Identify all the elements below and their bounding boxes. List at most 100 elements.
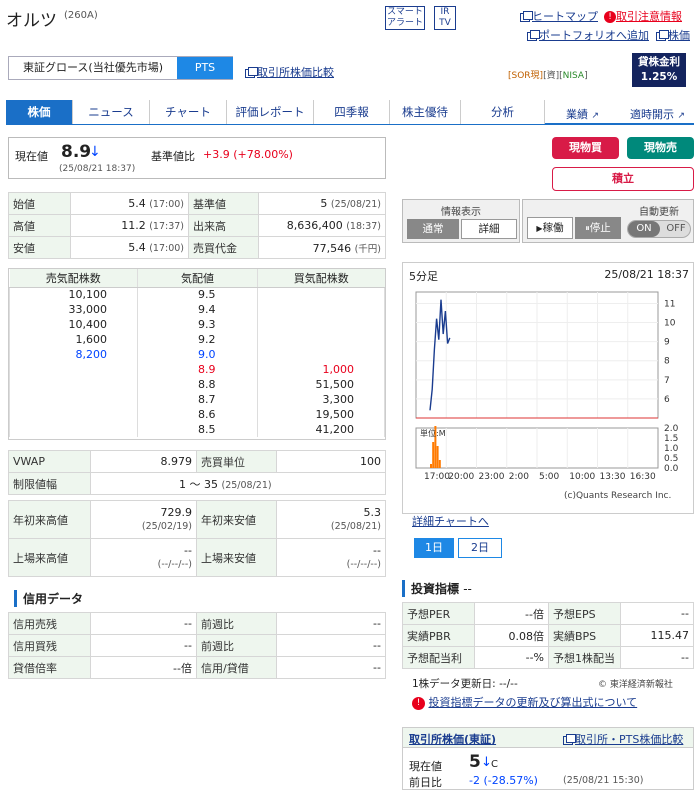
stop-button[interactable]: ⏸停止 [575,217,621,239]
margin-label: 前週比 [196,612,277,635]
sell-qty[interactable]: 33,000 [9,302,138,317]
auto-update-panel: ▶稼働 ⏸停止 自動更新 ON OFF [522,199,694,243]
indicator-label: 予想1株配当 [548,646,621,669]
buy-qty[interactable] [257,287,385,302]
sell-qty[interactable] [9,377,138,392]
margin-row: 貸借倍率 --倍 信用/貸借 -- [8,656,386,679]
tsumitate-button[interactable]: 積立 [552,167,694,191]
sell-qty[interactable]: 1,600 [9,332,138,347]
info-display-title: 情報表示 [441,207,481,218]
margin-value: -- [276,656,386,679]
buy-qty[interactable] [257,317,385,332]
buy-qty[interactable] [257,302,385,317]
indicator-notice-link[interactable]: ! 投資指標データの更新及び算出式について [412,694,637,710]
year-low-label: 年初来安値 [196,500,277,539]
buy-qty[interactable] [257,332,385,347]
pts-compare-link[interactable]: 取引所・PTS株価比較 [563,731,683,747]
sell-qty[interactable] [9,422,138,437]
quote-price[interactable]: 8.8 [137,377,258,392]
sell-button[interactable]: 現物売 [627,137,694,159]
sell-qty[interactable] [9,392,138,407]
margin-table: 信用売残 -- 前週比 -- 信用買残 -- 前週比 -- 貸借倍率 --倍 信用/貸借 -- [8,612,386,679]
detail-view-button[interactable]: 詳細 [461,219,517,239]
exchange-price-title[interactable]: 取引所株価(東証) [409,731,496,747]
window-icon [563,733,576,745]
pts-tab[interactable]: PTS [177,57,233,79]
quote-price[interactable]: 9.0 [137,347,258,362]
auto-update-toggle[interactable]: ON OFF [627,220,691,238]
ohlc-value: 5.4 (17:00) [70,236,189,259]
buy-qty[interactable]: 19,500 [257,407,385,422]
price-chart[interactable]: 11 10 9 8 7 6 2.01.51.00.50.0 単位:M 17:0020:00 23:… [402,262,694,514]
order-book-row: 8.8 51,500 [9,377,385,392]
buy-qty[interactable] [257,347,385,362]
tab-analysis[interactable]: 分析 [461,100,545,124]
tab-chart[interactable]: チャート [150,100,227,124]
quote-price[interactable]: 8.5 [137,422,258,437]
indicator-label: 予想PER [402,602,475,625]
tab-report[interactable]: 評価レポート [227,100,314,124]
sell-qty[interactable]: 10,100 [9,287,138,302]
quote-price[interactable]: 8.9 [137,362,258,377]
volume-unit-label: 単位:M [420,428,446,438]
smart-alert-button[interactable]: スマート アラート [385,6,425,30]
quote-price[interactable]: 8.7 [137,392,258,407]
volume-tick-label: 1.5 [664,434,678,444]
ohlc-value: 5.4 (17:00) [70,192,189,215]
heatmap-link[interactable]: ヒートマップ [520,8,598,24]
quote-price[interactable]: 9.5 [137,287,258,302]
tab-kabuka[interactable]: 株価 [6,100,73,124]
listing-high-label: 上場来高値 [8,538,91,577]
kabuka-link[interactable]: 株価 [656,27,690,43]
sell-qty[interactable] [9,362,138,377]
exchange-compare-link[interactable]: 取引所株価比較 [245,64,334,80]
buy-qty[interactable]: 3,300 [257,392,385,407]
y-tick-label: 7 [664,376,670,386]
kashikabu-badge[interactable]: 貸株金利 1.25% [632,53,686,87]
unit-label: 売買単位 [196,450,277,473]
normal-view-button[interactable]: 通常 [407,219,459,239]
buy-button[interactable]: 現物買 [552,137,619,159]
indicator-value: 115.47 [620,624,694,647]
sell-qty[interactable] [9,407,138,422]
market-selector: 東証グロース(当社優先市場) PTS [8,56,233,80]
quote-price[interactable]: 9.4 [137,302,258,317]
margin-value: -- [90,634,197,657]
indicator-value: -- [620,602,694,625]
account-badges: [SOR現][資][NISA] [508,71,588,81]
quote-price[interactable]: 8.6 [137,407,258,422]
tab-tekiji[interactable]: 適時開示 ↗ [630,106,685,122]
vwap-table: VWAP 8.979 売買単位 100 制限値幅 1 〜 35 (25/08/2… [8,450,386,495]
buy-qty[interactable]: 41,200 [257,422,385,437]
limit-label: 制限値幅 [8,472,91,495]
period-1day-button[interactable]: 1日 [414,538,454,558]
tab-news[interactable]: ニュース [73,100,150,124]
sell-qty[interactable]: 8,200 [9,347,138,362]
volume-bar [430,464,432,468]
x-tick-label: 17:00 [424,472,450,482]
tab-shikiho[interactable]: 四季報 [314,100,390,124]
sell-qty[interactable]: 10,400 [9,317,138,332]
caution-link[interactable]: ! 取引注意情報 [604,8,682,24]
buy-qty[interactable]: 51,500 [257,377,385,392]
detail-chart-link[interactable]: 詳細チャートへ [412,513,489,529]
quote-price[interactable]: 9.2 [137,332,258,347]
quote-price[interactable]: 9.3 [137,317,258,332]
sell-qty-header: 売気配株数 [9,269,138,288]
y-tick-label: 6 [664,395,670,405]
tab-gyoseki[interactable]: 業績 ↗ [566,106,599,122]
period-2day-button[interactable]: 2日 [458,538,502,558]
exchange-tab[interactable]: 東証グロース(当社優先市場) [9,57,177,79]
ir-tv-button[interactable]: IR TV [434,6,456,30]
x-tick-label: 10:00 [569,472,595,482]
running-button[interactable]: ▶稼働 [527,217,573,239]
ohlc-row: 始値 5.4 (17:00) 基準値 5 (25/08/21) [8,192,386,215]
margin-value: -- [276,612,386,635]
indicator-label: 予想EPS [548,602,621,625]
buy-qty[interactable]: 1,000 [257,362,385,377]
external-link-icon: ↗ [591,111,600,121]
margin-label: 貸借倍率 [8,656,91,679]
tab-yutai[interactable]: 株主優待 [390,100,461,124]
portfolio-link[interactable]: ポートフォリオへ追加 [527,27,649,43]
alert-icon: ! [412,696,425,710]
